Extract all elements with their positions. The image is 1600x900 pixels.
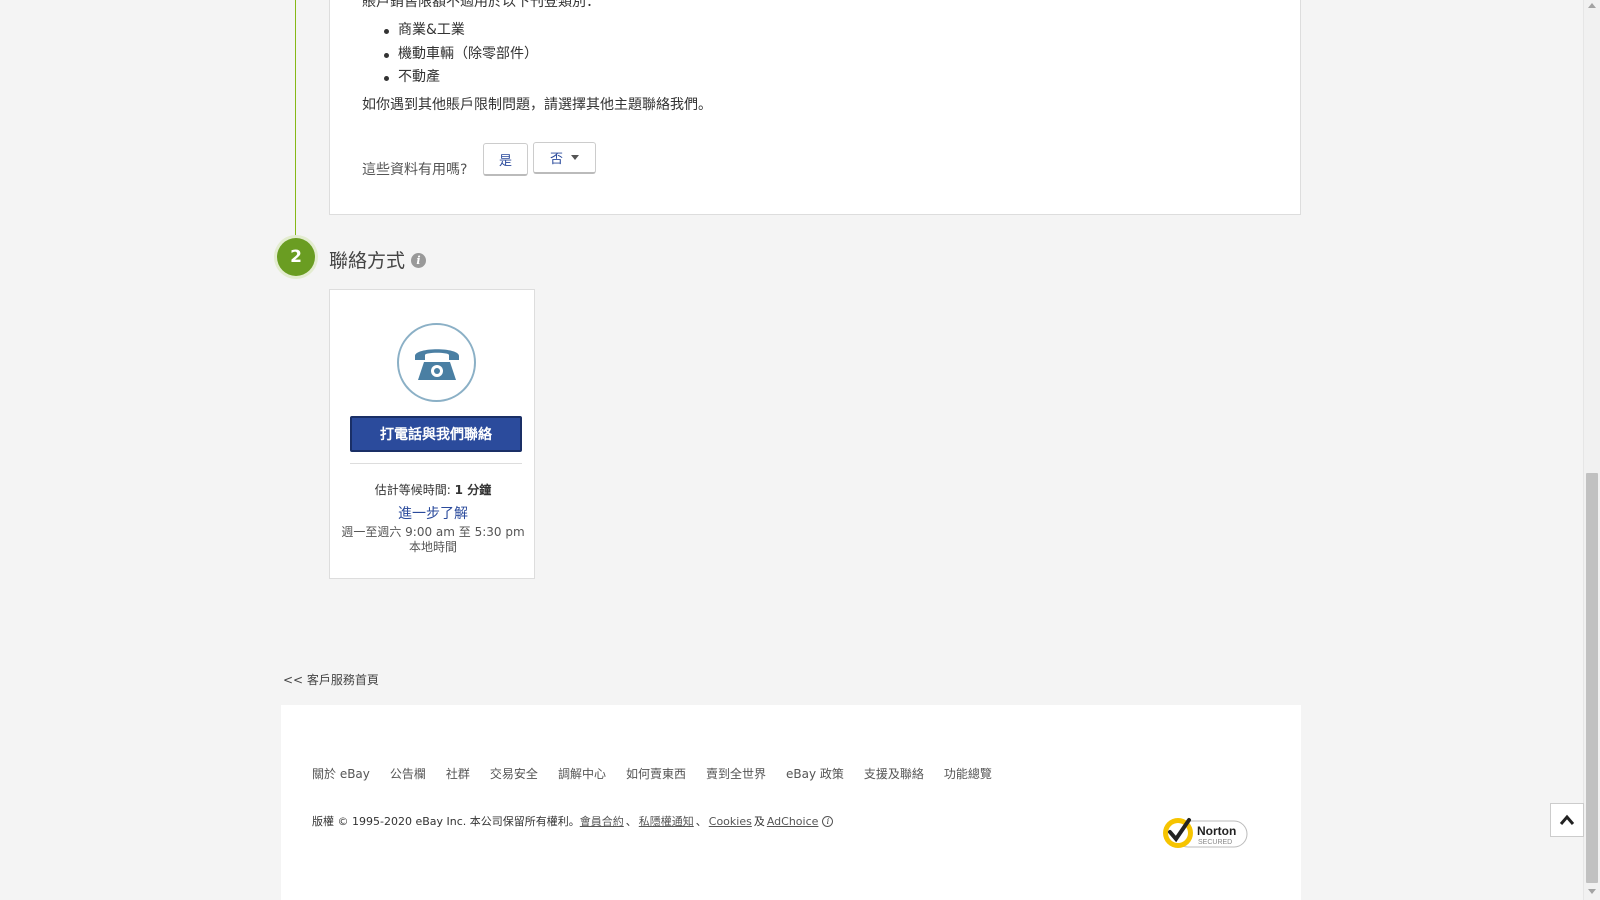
call-us-button[interactable]: 打電話與我們聯絡 — [350, 416, 522, 452]
privacy-link[interactable]: 私隱權通知 — [639, 813, 694, 829]
footer-link-resolution[interactable]: 調解中心 — [558, 765, 606, 782]
answer-card: 賬戶銷售限額不適用於以下刊登類別： 商業&工業 機動車輛（除零部件） 不動產 如… — [329, 0, 1301, 215]
step-number-badge: 2 — [277, 238, 315, 276]
footer-link-safety[interactable]: 交易安全 — [490, 765, 538, 782]
adchoice-icon[interactable]: i — [822, 815, 834, 827]
copyright-line: 版權 © 1995-2020 eBay Inc. 本公司保留所有權利。 會員合約… — [312, 813, 834, 829]
back-to-top-button[interactable] — [1550, 803, 1584, 837]
chevron-up-icon — [1559, 814, 1575, 825]
caret-down-icon — [571, 155, 579, 160]
list-item: 機動車輛（除零部件） — [384, 43, 538, 67]
scroll-down-arrow-icon[interactable] — [1588, 889, 1596, 894]
timeline-line — [295, 0, 296, 238]
footer-link-site-map[interactable]: 功能總覽 — [944, 765, 992, 782]
customer-service-home-link[interactable]: << 客戶服務首頁 — [283, 671, 379, 688]
phone-contact-card: 打電話與我們聯絡 估計等候時間: 1 分鐘 進一步了解 週一至週六 9:00 a… — [329, 289, 535, 579]
feedback-yes-label: 是 — [498, 153, 512, 169]
footer-link-announcements[interactable]: 公告欄 — [390, 765, 426, 782]
footer-links: 關於 eBay 公告欄 社群 交易安全 調解中心 如何賣東西 賣到全世界 eBa… — [312, 765, 1012, 782]
scroll-up-arrow-icon[interactable] — [1588, 3, 1596, 8]
list-item: 商業&工業 — [384, 19, 538, 43]
adchoice-link[interactable]: AdChoice — [767, 815, 819, 828]
feedback-yes-button[interactable]: 是 — [483, 143, 528, 176]
footer: 關於 eBay 公告欄 社群 交易安全 調解中心 如何賣東西 賣到全世界 eBa… — [281, 705, 1301, 900]
cookies-link[interactable]: Cookies — [709, 815, 752, 828]
excluded-categories-list: 商業&工業 機動車輛（除零部件） 不動產 — [384, 19, 538, 90]
phone-icon — [397, 323, 476, 402]
feedback-no-label: 否 — [549, 152, 563, 167]
footer-link-sell-worldwide[interactable]: 賣到全世界 — [706, 765, 766, 782]
wait-label: 估計等候時間: — [374, 483, 451, 497]
norton-secured-logo[interactable]: Norton SECURED — [1161, 815, 1249, 851]
scrollbar-thumb[interactable] — [1586, 473, 1598, 883]
footer-link-about[interactable]: 關於 eBay — [312, 765, 370, 782]
local-time-note: 本地時間 — [408, 540, 457, 554]
footer-link-policies[interactable]: eBay 政策 — [786, 765, 844, 782]
card-divider — [350, 463, 522, 464]
learn-more-link[interactable]: 進一步了解 — [330, 503, 536, 523]
footer-link-support[interactable]: 支援及聯絡 — [864, 765, 924, 782]
footer-link-community[interactable]: 社群 — [446, 765, 470, 782]
norton-sub: SECURED — [1198, 839, 1232, 846]
feedback-no-dropdown[interactable]: 否 — [533, 142, 596, 174]
info-icon[interactable]: i — [411, 253, 426, 268]
footer-link-how-to-sell[interactable]: 如何賣東西 — [626, 765, 686, 782]
answer-intro-text: 賬戶銷售限額不適用於以下刊登類別： — [362, 0, 600, 10]
feedback-question: 這些資料有用嗎? — [362, 162, 468, 178]
list-item: 不動產 — [384, 66, 538, 90]
user-agreement-link[interactable]: 會員合約 — [580, 813, 624, 829]
norton-brand: Norton — [1197, 824, 1236, 838]
wait-value: 1 分鐘 — [454, 483, 492, 497]
contact-method-heading: 聯絡方式 — [329, 250, 406, 272]
copyright-text: 版權 © 1995-2020 eBay Inc. 本公司保留所有權利。 — [312, 815, 580, 828]
and-text: 及 — [753, 815, 765, 828]
other-issues-text: 如你遇到其他賬戶限制問題，請選擇其他主題聯絡我們。 — [362, 97, 712, 113]
estimated-wait-time: 估計等候時間: 1 分鐘 — [330, 481, 536, 498]
